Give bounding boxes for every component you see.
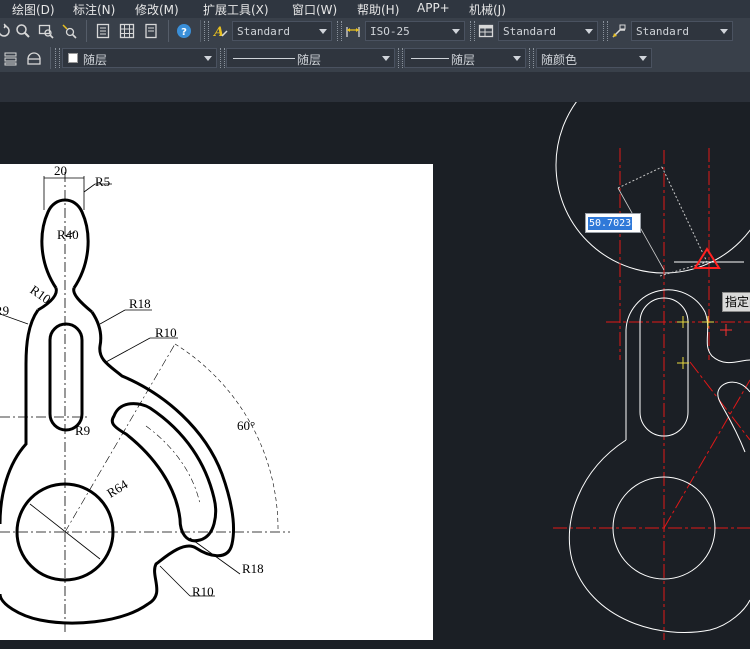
chevron-down-icon xyxy=(513,56,521,61)
svg-text:?: ? xyxy=(181,27,187,38)
multileader-style-value: Standard xyxy=(636,25,689,38)
toolbar-separator xyxy=(86,20,87,42)
toolbar-grip[interactable] xyxy=(603,21,608,41)
menu-mechanical[interactable]: 机械(J) xyxy=(469,1,506,18)
dim-label: R9 xyxy=(0,303,10,318)
layer-previous-icon[interactable] xyxy=(2,50,18,66)
menu-dimension[interactable]: 标注(N) xyxy=(73,1,115,18)
toolbar-grip[interactable] xyxy=(470,21,475,41)
chevron-down-icon xyxy=(452,29,460,34)
layer-state-icon[interactable] xyxy=(26,50,42,66)
help-icon[interactable]: ? xyxy=(176,23,192,39)
color-select[interactable]: 随层 xyxy=(62,48,217,68)
dim-label: R5 xyxy=(95,174,111,189)
toolbar-separator xyxy=(50,47,51,69)
text-style-select[interactable]: Standard xyxy=(232,21,332,41)
dynamic-input-field[interactable]: 50.7023 xyxy=(585,213,641,233)
dim-label: R18 xyxy=(129,296,151,311)
dim-label: R40 xyxy=(57,227,79,242)
properties-toolbar: 随层 随层 随层 随颜色 xyxy=(0,45,750,72)
tab-strip xyxy=(0,72,750,102)
linetype-preview xyxy=(233,58,295,59)
properties-icon[interactable] xyxy=(95,23,111,39)
table-style-value: Standard xyxy=(503,25,556,38)
toolbar-grip[interactable] xyxy=(204,21,209,41)
reference-image: 20 R5 R40 R10 R18 R9 R10 60° R9 R64 R18 … xyxy=(0,164,433,640)
chevron-down-icon xyxy=(319,29,327,34)
lineweight-preview xyxy=(411,58,449,59)
dynamic-input-value[interactable]: 50.7023 xyxy=(588,217,633,230)
color-swatch xyxy=(68,53,78,63)
dimension-style-icon[interactable] xyxy=(345,23,361,39)
tool-palettes-icon[interactable] xyxy=(143,23,159,39)
toolbar-grip[interactable] xyxy=(220,48,225,68)
dim-label: R18 xyxy=(242,561,264,576)
svg-text:A: A xyxy=(213,25,224,39)
zoom-previous-icon[interactable] xyxy=(61,23,77,39)
menu-modify[interactable]: 修改(M) xyxy=(135,1,179,18)
multileader-style-icon[interactable] xyxy=(611,23,627,39)
command-prompt-tooltip: 指定圆 xyxy=(722,292,750,312)
toolbar-separator xyxy=(168,20,169,42)
menu-express-tools[interactable]: 扩展工具(X) xyxy=(203,1,269,18)
table-style-select[interactable]: Standard xyxy=(498,21,598,41)
dim-label: R10 xyxy=(155,325,177,340)
lineweight-value: 随层 xyxy=(451,53,476,67)
color-value: 随层 xyxy=(83,53,108,67)
toolbar-grip[interactable] xyxy=(55,48,60,68)
menu-app[interactable]: APP+ xyxy=(417,1,450,15)
dim-label: R10 xyxy=(192,584,214,599)
menu-bar: 绘图(D) 标注(N) 修改(M) 扩展工具(X) 窗口(W) 帮助(H) AP… xyxy=(0,0,750,18)
orbit-icon[interactable] xyxy=(0,23,12,39)
dimension-style-value: ISO-25 xyxy=(370,25,410,38)
lineweight-select[interactable]: 随层 xyxy=(404,48,526,68)
chevron-down-icon xyxy=(639,56,647,61)
multileader-style-select[interactable]: Standard xyxy=(631,21,733,41)
linetype-value: 随层 xyxy=(297,53,322,67)
toolbar-grip[interactable] xyxy=(529,48,534,68)
plotstyle-select[interactable]: 随颜色 xyxy=(536,48,652,68)
text-style-icon[interactable]: A xyxy=(213,23,229,39)
menu-draw[interactable]: 绘图(D) xyxy=(12,1,55,18)
toolbar-grip[interactable] xyxy=(337,21,342,41)
dim-label: 20 xyxy=(54,164,67,178)
zoom-window-icon[interactable] xyxy=(38,23,54,39)
chevron-down-icon xyxy=(382,56,390,61)
toolbar-separator xyxy=(200,20,201,42)
menu-window[interactable]: 窗口(W) xyxy=(292,1,337,18)
design-center-icon[interactable] xyxy=(119,23,135,39)
dim-label: R9 xyxy=(75,423,91,438)
zoom-realtime-icon[interactable] xyxy=(15,23,31,39)
text-style-value: Standard xyxy=(237,25,290,38)
toolbar-grip[interactable] xyxy=(398,48,403,68)
dimension-style-select[interactable]: ISO-25 xyxy=(365,21,465,41)
chevron-down-icon xyxy=(585,29,593,34)
chevron-down-icon xyxy=(204,56,212,61)
standard-toolbar: ? A Standard ISO-25 Standard Standard xyxy=(0,18,750,45)
linetype-select[interactable]: 随层 xyxy=(226,48,395,68)
table-style-icon[interactable] xyxy=(478,23,494,39)
plotstyle-value: 随颜色 xyxy=(541,53,578,67)
menu-help[interactable]: 帮助(H) xyxy=(357,1,399,18)
chevron-down-icon xyxy=(720,29,728,34)
dim-label: 60° xyxy=(237,418,256,433)
